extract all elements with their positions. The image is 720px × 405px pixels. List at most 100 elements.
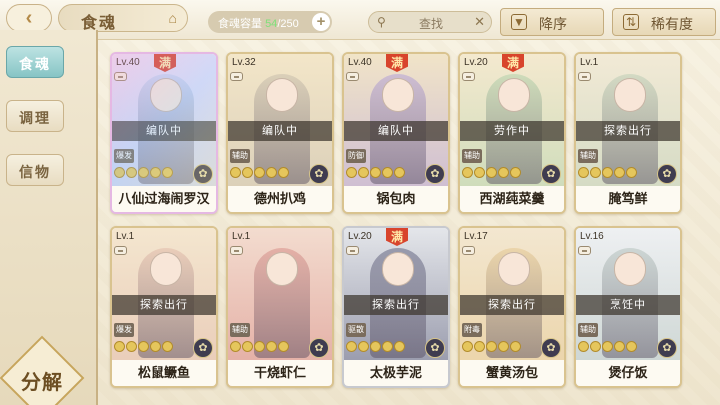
food-soul-grid: Lv.40 满编队中 爆发 ✿ 八仙过海闹罗汉 Lv.32 编队中 辅助 ✿ 德州扒鸡 Lv.40 满… <box>110 46 690 401</box>
star-icon <box>474 167 485 178</box>
element-icon: ✿ <box>193 338 213 358</box>
food-soul-card[interactable]: Lv.1 探索出行 辅助 ✿ 腌笃鲜 <box>574 52 682 214</box>
food-soul-card[interactable]: Lv.20 满探索出行 驱散 ✿ 太极芋泥 <box>342 226 450 388</box>
star-icon <box>486 341 497 352</box>
sort-filter-icon: ⇅ <box>623 14 639 30</box>
card-role: 辅助 <box>230 149 250 163</box>
food-soul-card[interactable]: Lv.40 满编队中 爆发 ✿ 八仙过海闹罗汉 <box>110 52 218 214</box>
element-icon: ✿ <box>425 338 445 358</box>
card-role: 附毒 <box>462 323 482 337</box>
element-icon: ✿ <box>657 164 677 184</box>
star-icon <box>266 341 277 352</box>
star-icon <box>602 167 613 178</box>
star-icon <box>138 341 149 352</box>
star-icon <box>162 167 173 178</box>
mood-icon <box>462 72 475 81</box>
star-rating <box>462 341 522 353</box>
card-role: 辅助 <box>230 323 250 337</box>
star-icon <box>242 341 253 352</box>
card-role: 爆发 <box>114 323 134 337</box>
food-soul-card[interactable]: Lv.32 编队中 辅助 ✿ 德州扒鸡 <box>226 52 334 214</box>
star-icon <box>614 341 625 352</box>
home-icon[interactable]: ⌂ <box>169 10 177 26</box>
star-rating <box>114 341 174 353</box>
card-role: 驱散 <box>346 323 366 337</box>
capacity-indicator: 食魂容量 54/250 + <box>208 11 332 33</box>
star-icon <box>590 341 601 352</box>
element-icon: ✿ <box>193 164 213 184</box>
star-icon <box>498 167 509 178</box>
star-rating <box>578 167 638 179</box>
card-name: 西湖莼菜羹 <box>460 186 564 212</box>
tab-label: 信物 <box>19 164 51 180</box>
food-soul-card[interactable]: Lv.20 满劳作中 辅助 ✿ 西湖莼菜羹 <box>458 52 566 214</box>
back-button[interactable]: ‹ <box>6 4 52 32</box>
card-level: Lv.32 <box>232 57 256 68</box>
character-head <box>498 252 530 286</box>
mood-icon <box>230 246 243 255</box>
card-status: 劳作中 <box>460 121 564 141</box>
card-level: Lv.1 <box>116 231 135 242</box>
sort-order-button[interactable]: ▼ 降序 <box>500 8 604 36</box>
character-head <box>266 252 298 286</box>
star-icon <box>114 167 125 178</box>
star-icon <box>150 167 161 178</box>
star-icon <box>254 167 265 178</box>
card-status: 编队中 <box>344 121 448 141</box>
mood-icon <box>578 246 591 255</box>
capacity-current: 54 <box>265 18 278 30</box>
food-soul-card[interactable]: Lv.17 探索出行 附毒 ✿ 蟹黄汤包 <box>458 226 566 388</box>
tab-tokens[interactable]: 信物 <box>6 154 64 186</box>
card-status: 探索出行 <box>344 295 448 315</box>
tab-conditioning[interactable]: 调理 <box>6 100 64 132</box>
character-head <box>498 78 530 112</box>
character-head <box>614 252 646 286</box>
element-icon: ✿ <box>541 338 561 358</box>
star-icon <box>462 341 473 352</box>
star-icon <box>486 167 497 178</box>
star-icon <box>358 341 369 352</box>
food-soul-card[interactable]: Lv.16 烹饪中 辅助 ✿ 煲仔饭 <box>574 226 682 388</box>
card-level: Lv.16 <box>580 231 604 242</box>
star-icon <box>626 341 637 352</box>
character-head <box>150 78 182 112</box>
card-name: 松鼠鳜鱼 <box>112 360 216 386</box>
page-title-tab: 食魂 ⌂ <box>58 4 188 32</box>
card-level: Lv.17 <box>464 231 488 242</box>
star-icon <box>394 167 405 178</box>
capacity-total: /250 <box>277 18 299 30</box>
search-input[interactable]: ⚲ 查找 ✕ <box>368 11 492 33</box>
star-icon <box>590 167 601 178</box>
sort-order-label: 降序 <box>539 16 567 32</box>
element-icon: ✿ <box>541 164 561 184</box>
food-soul-card[interactable]: Lv.1 探索出行 爆发 ✿ 松鼠鳜鱼 <box>110 226 218 388</box>
card-role: 辅助 <box>578 323 598 337</box>
card-status: 探索出行 <box>460 295 564 315</box>
sort-down-icon: ▼ <box>511 14 527 30</box>
star-rating <box>114 167 174 179</box>
character-head <box>150 252 182 286</box>
card-level: Lv.1 <box>580 57 599 68</box>
star-icon <box>138 167 149 178</box>
mood-icon <box>230 72 243 81</box>
card-name: 干烧虾仁 <box>228 360 332 386</box>
mood-icon <box>346 72 359 81</box>
star-icon <box>278 167 289 178</box>
star-icon <box>230 167 241 178</box>
star-icon <box>498 341 509 352</box>
star-icon <box>578 167 589 178</box>
sort-key-button[interactable]: ⇅ 稀有度 <box>612 8 716 36</box>
star-icon <box>126 341 137 352</box>
tab-food-souls[interactable]: 食魂 <box>6 46 64 78</box>
decompose-button[interactable]: 分解 <box>0 335 85 405</box>
star-icon <box>382 341 393 352</box>
food-soul-card[interactable]: Lv.40 满编队中 防御 ✿ 锅包肉 <box>342 52 450 214</box>
star-icon <box>626 167 637 178</box>
card-level: Lv.40 <box>116 57 140 68</box>
food-soul-card[interactable]: Lv.1 辅助 ✿ 干烧虾仁 <box>226 226 334 388</box>
sidebar: 食魂 调理 信物 分解 <box>0 30 98 405</box>
element-icon: ✿ <box>309 164 329 184</box>
expand-capacity-button[interactable]: + <box>312 13 330 31</box>
clear-search-icon[interactable]: ✕ <box>474 14 485 30</box>
element-icon: ✿ <box>657 338 677 358</box>
